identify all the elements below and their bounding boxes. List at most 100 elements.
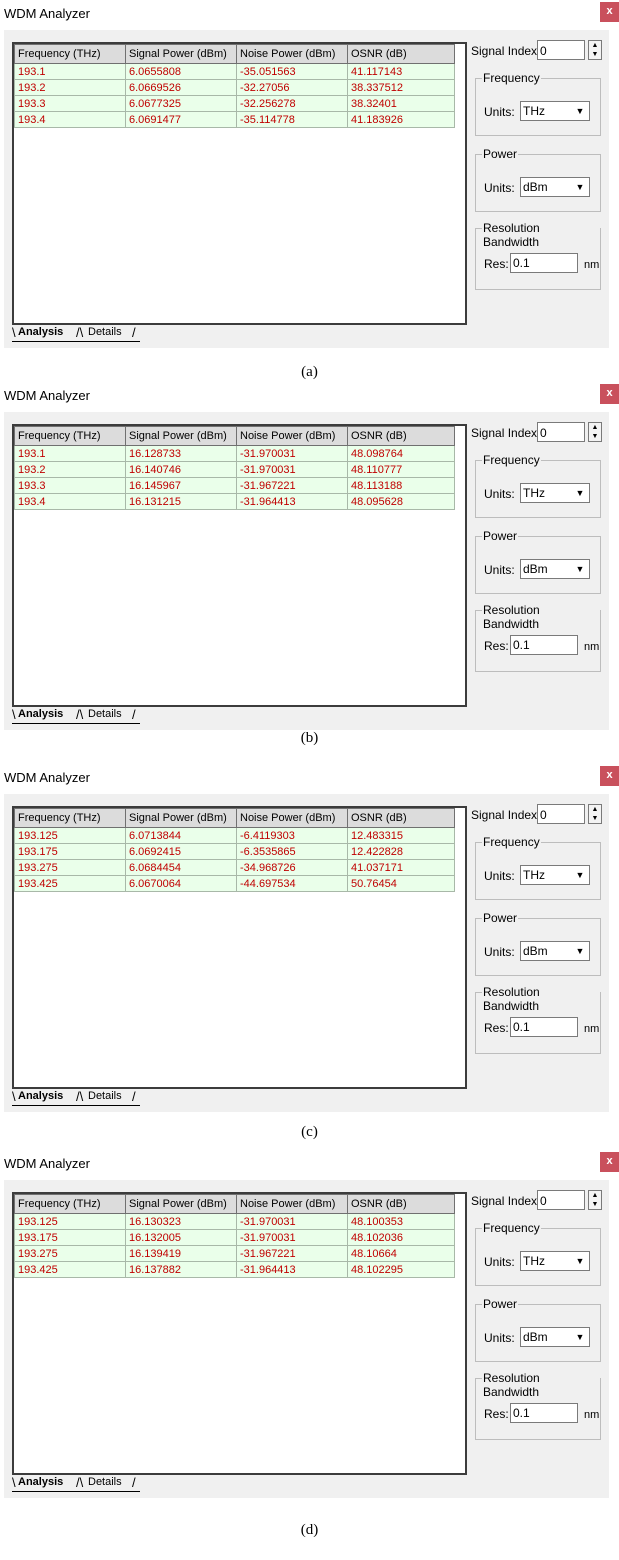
chevron-down-icon[interactable]: ▼ [573, 486, 587, 500]
tab-analysis[interactable]: Analysis [18, 1476, 63, 1488]
results-table: Frequency (THz) Signal Power (dBm) Noise… [14, 1194, 455, 1278]
cell-frequency: 193.425 [14, 1261, 126, 1278]
chevron-down-icon[interactable]: ▼ [573, 1254, 587, 1268]
power-units-select[interactable]: dBm ▼ [520, 941, 590, 961]
table-row[interactable]: 193.2 16.140746 -31.970031 48.110777 [14, 461, 455, 478]
cell-osnr: 48.10664 [347, 1245, 455, 1262]
frequency-units-select[interactable]: THz ▼ [520, 101, 590, 121]
column-header-noise-power[interactable]: Noise Power (dBm) [236, 808, 348, 828]
column-header-frequency[interactable]: Frequency (THz) [14, 426, 126, 446]
close-button[interactable]: x [600, 384, 619, 404]
column-header-signal-power[interactable]: Signal Power (dBm) [125, 1194, 237, 1214]
column-header-frequency[interactable]: Frequency (THz) [14, 44, 126, 64]
res-label: Res: [484, 639, 509, 653]
table-row[interactable]: 193.425 6.0670064 -44.697534 50.76454 [14, 875, 455, 892]
table-row[interactable]: 193.1 16.128733 -31.970031 48.098764 [14, 445, 455, 462]
cell-noise-power: -44.697534 [236, 875, 348, 892]
figure-caption-c: (c) [301, 1124, 318, 1140]
close-button[interactable]: x [600, 766, 619, 786]
signal-index-input[interactable]: 0 [537, 804, 585, 824]
signal-index-label: Signal Index: [471, 426, 541, 440]
column-header-noise-power[interactable]: Noise Power (dBm) [236, 426, 348, 446]
table-row[interactable]: 193.3 6.0677325 -32.256278 38.32401 [14, 95, 455, 112]
signal-index-input[interactable]: 0 [537, 1190, 585, 1210]
column-header-noise-power[interactable]: Noise Power (dBm) [236, 1194, 348, 1214]
res-input[interactable]: 0.1 [510, 253, 578, 273]
column-header-osnr[interactable]: OSNR (dB) [347, 808, 455, 828]
column-header-osnr[interactable]: OSNR (dB) [347, 44, 455, 64]
frequency-group: Frequency Units: THz ▼ [475, 835, 601, 900]
cell-noise-power: -31.964413 [236, 1261, 348, 1278]
res-input[interactable]: 0.1 [510, 1017, 578, 1037]
table-row[interactable]: 193.3 16.145967 -31.967221 48.113188 [14, 477, 455, 494]
power-group: Power Units: dBm ▼ [475, 911, 601, 976]
res-unit-label: nm [584, 259, 600, 271]
close-button[interactable]: x [600, 1152, 619, 1172]
column-header-frequency[interactable]: Frequency (THz) [14, 1194, 126, 1214]
power-units-select[interactable]: dBm ▼ [520, 559, 590, 579]
wdm-analyzer-window-c: WDM Analyzer x Frequency (THz) Signal Po… [0, 764, 619, 1114]
column-header-frequency[interactable]: Frequency (THz) [14, 808, 126, 828]
column-header-osnr[interactable]: OSNR (dB) [347, 1194, 455, 1214]
frequency-units-select[interactable]: THz ▼ [520, 1251, 590, 1271]
tab-analysis[interactable]: Analysis [18, 1090, 63, 1102]
frequency-units-select[interactable]: THz ▼ [520, 865, 590, 885]
column-header-osnr[interactable]: OSNR (dB) [347, 426, 455, 446]
frequency-group-title: Frequency [482, 1221, 541, 1235]
chevron-down-icon[interactable]: ▼ [573, 944, 587, 958]
table-row[interactable]: 193.175 16.132005 -31.970031 48.102036 [14, 1229, 455, 1246]
tab-details[interactable]: Details [88, 1476, 122, 1488]
tab-separator: / [132, 1089, 136, 1104]
table-row[interactable]: 193.275 16.139419 -31.967221 48.10664 [14, 1245, 455, 1262]
table-row[interactable]: 193.125 6.0713844 -6.4119303 12.483315 [14, 827, 455, 844]
signal-index-input[interactable]: 0 [537, 40, 585, 60]
close-button[interactable]: x [600, 2, 619, 22]
tab-details[interactable]: Details [88, 326, 122, 338]
spinner-icon[interactable]: ▲ ▼ [588, 804, 602, 824]
table-row[interactable]: 193.4 6.0691477 -35.114778 41.183926 [14, 111, 455, 128]
cell-frequency: 193.3 [14, 477, 126, 494]
column-header-signal-power[interactable]: Signal Power (dBm) [125, 808, 237, 828]
close-icon: x [606, 1155, 613, 1167]
table-row[interactable]: 193.425 16.137882 -31.964413 48.102295 [14, 1261, 455, 1278]
cell-noise-power: -31.970031 [236, 1213, 348, 1230]
column-header-noise-power[interactable]: Noise Power (dBm) [236, 44, 348, 64]
chevron-down-icon[interactable]: ▼ [573, 868, 587, 882]
signal-index-input[interactable]: 0 [537, 422, 585, 442]
power-units-select[interactable]: dBm ▼ [520, 1327, 590, 1347]
frequency-units-select[interactable]: THz ▼ [520, 483, 590, 503]
frequency-group-title: Frequency [482, 835, 541, 849]
tab-strip: \ Analysis /\ Details / [12, 1475, 467, 1494]
spinner-icon[interactable]: ▲ ▼ [588, 40, 602, 60]
cell-noise-power: -35.051563 [236, 63, 348, 80]
res-input[interactable]: 0.1 [510, 635, 578, 655]
tab-details[interactable]: Details [88, 1090, 122, 1102]
cell-osnr: 48.095628 [347, 493, 455, 510]
cell-frequency: 193.175 [14, 1229, 126, 1246]
spinner-icon[interactable]: ▲ ▼ [588, 422, 602, 442]
res-input[interactable]: 0.1 [510, 1403, 578, 1423]
results-table-frame: Frequency (THz) Signal Power (dBm) Noise… [12, 806, 467, 1089]
chevron-down-icon[interactable]: ▼ [573, 104, 587, 118]
cell-osnr: 48.113188 [347, 477, 455, 494]
chevron-down-icon[interactable]: ▼ [573, 180, 587, 194]
power-units-value: dBm [523, 562, 548, 576]
column-header-signal-power[interactable]: Signal Power (dBm) [125, 426, 237, 446]
tab-analysis[interactable]: Analysis [18, 326, 63, 338]
chevron-down-icon[interactable]: ▼ [573, 1330, 587, 1344]
cell-frequency: 193.125 [14, 827, 126, 844]
table-row[interactable]: 193.275 6.0684454 -34.968726 41.037171 [14, 859, 455, 876]
table-row[interactable]: 193.2 6.0669526 -32.27056 38.337512 [14, 79, 455, 96]
tab-analysis[interactable]: Analysis [18, 708, 63, 720]
table-row[interactable]: 193.4 16.131215 -31.964413 48.095628 [14, 493, 455, 510]
spinner-icon[interactable]: ▲ ▼ [588, 1190, 602, 1210]
tab-details[interactable]: Details [88, 708, 122, 720]
table-row[interactable]: 193.125 16.130323 -31.970031 48.100353 [14, 1213, 455, 1230]
figure-caption-a: (a) [301, 364, 318, 380]
res-label: Res: [484, 1407, 509, 1421]
column-header-signal-power[interactable]: Signal Power (dBm) [125, 44, 237, 64]
power-units-select[interactable]: dBm ▼ [520, 177, 590, 197]
chevron-down-icon[interactable]: ▼ [573, 562, 587, 576]
table-row[interactable]: 193.175 6.0692415 -6.3535865 12.422828 [14, 843, 455, 860]
table-row[interactable]: 193.1 6.0655808 -35.051563 41.117143 [14, 63, 455, 80]
